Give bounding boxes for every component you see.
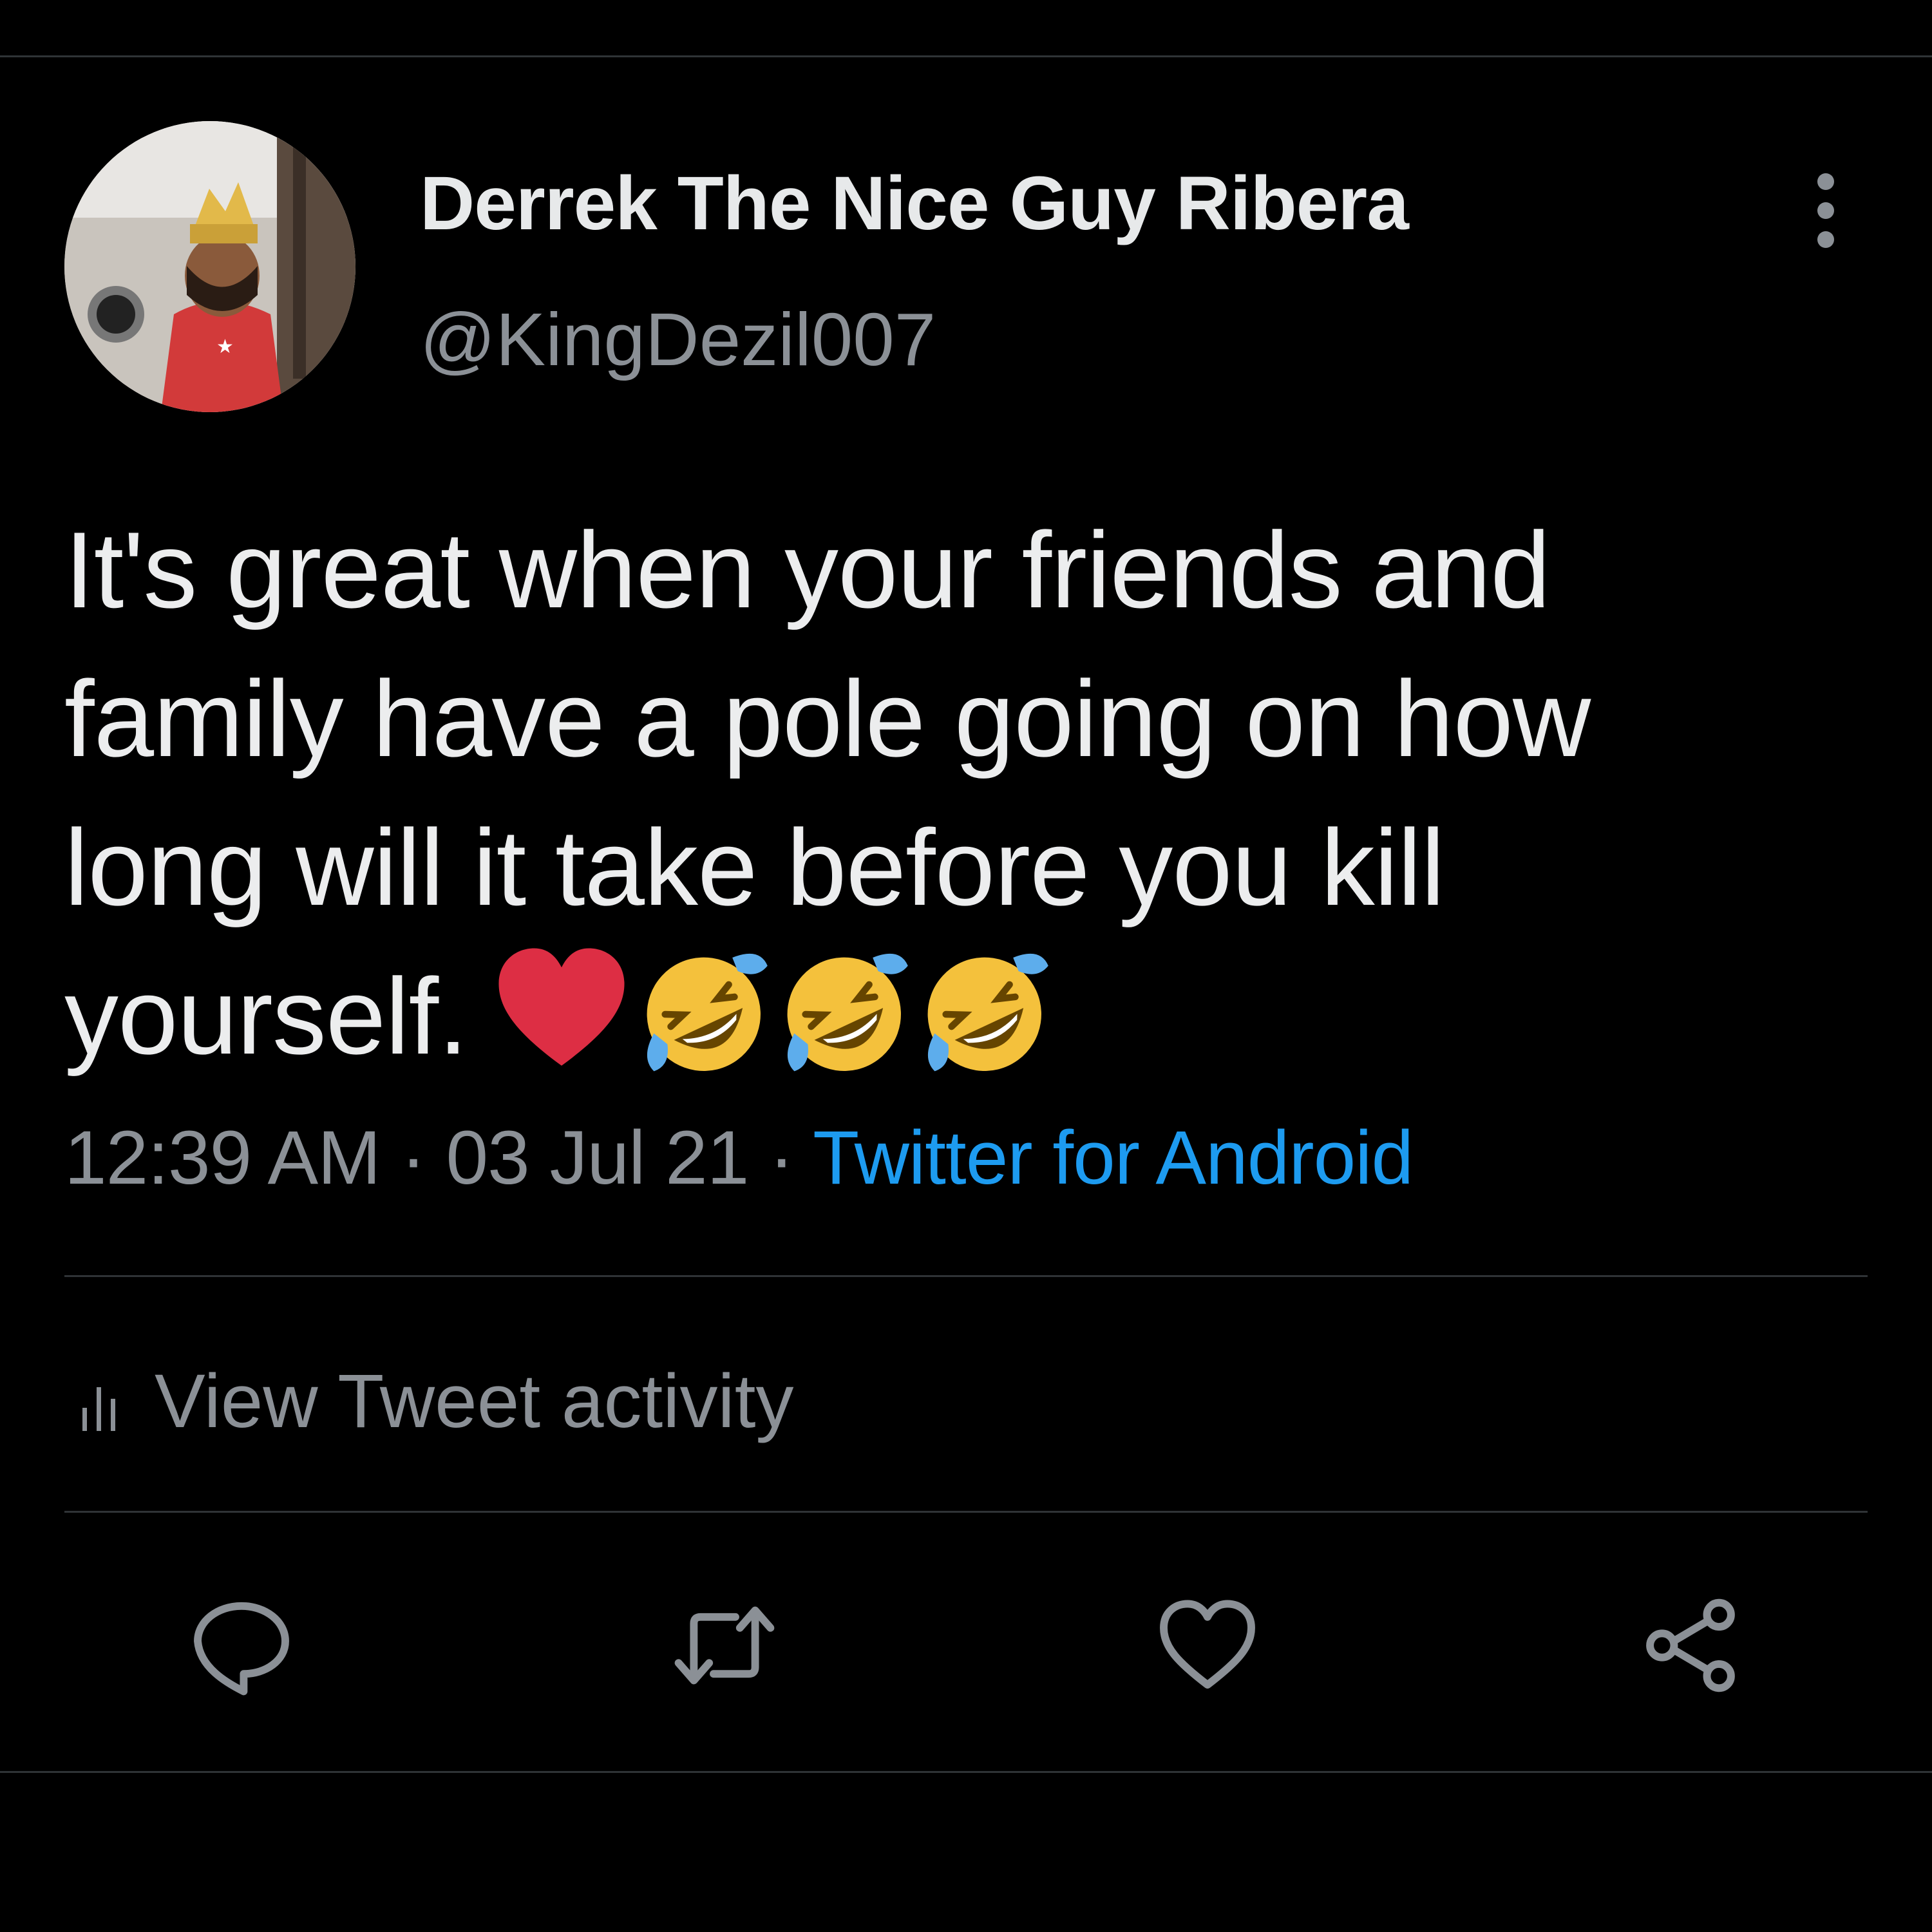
section-divider [64, 1275, 1868, 1277]
rolling-on-floor-laughing-icon [787, 953, 908, 1072]
rolling-on-floor-laughing-icon [647, 953, 768, 1072]
heart-icon [498, 948, 625, 1066]
top-divider [0, 55, 1932, 57]
svg-text:★: ★ [216, 336, 234, 358]
view-tweet-activity-button[interactable]: View Tweet activity [77, 1358, 794, 1445]
rolling-on-floor-laughing-icon [927, 953, 1048, 1072]
tweet-text-line: yourself. [64, 956, 468, 1077]
view-tweet-activity-label: View Tweet activity [155, 1359, 794, 1444]
share-icon [1646, 1598, 1735, 1692]
author-handle[interactable]: @KingDezil007 [420, 296, 936, 383]
avatar[interactable]: ★ [64, 121, 355, 412]
section-divider [64, 1511, 1868, 1513]
reply-button[interactable] [187, 1591, 296, 1700]
tweet-text: It's great when your friends and family … [64, 496, 1842, 1091]
heart-outline-icon [1160, 1600, 1255, 1689]
tweet-source-link[interactable]: Twitter for Android [813, 1115, 1414, 1200]
tweet-date: 03 Jul 21 [446, 1115, 749, 1200]
tweet-text-last-line: yourself. [64, 942, 1842, 1091]
retweet-button[interactable] [670, 1591, 779, 1700]
meta-separator: · [401, 1115, 426, 1200]
tweet-text-line: long will it take before you kill [64, 807, 1445, 928]
like-button[interactable] [1153, 1591, 1262, 1700]
retweet-icon [674, 1606, 775, 1685]
tweet-text-line: family have a pole going on how [64, 658, 1591, 779]
bottom-divider [0, 1771, 1932, 1773]
more-vertical-icon [1817, 173, 1834, 248]
author-display-name[interactable]: Derrek The Nice Guy Ribera [420, 160, 1409, 247]
meta-separator: · [769, 1115, 794, 1200]
tweet-time: 12:39 AM [64, 1115, 381, 1200]
tweet-metadata: 12:39 AM · 03 Jul 21 · Twitter for Andro… [64, 1114, 1414, 1202]
avatar-photo: ★ [64, 121, 355, 412]
bar-chart-icon [82, 1387, 115, 1431]
share-button[interactable] [1636, 1591, 1745, 1700]
tweet-text-line: It's great when your friends and [64, 509, 1551, 630]
comment-icon [194, 1602, 289, 1696]
more-options-button[interactable] [1803, 169, 1848, 252]
